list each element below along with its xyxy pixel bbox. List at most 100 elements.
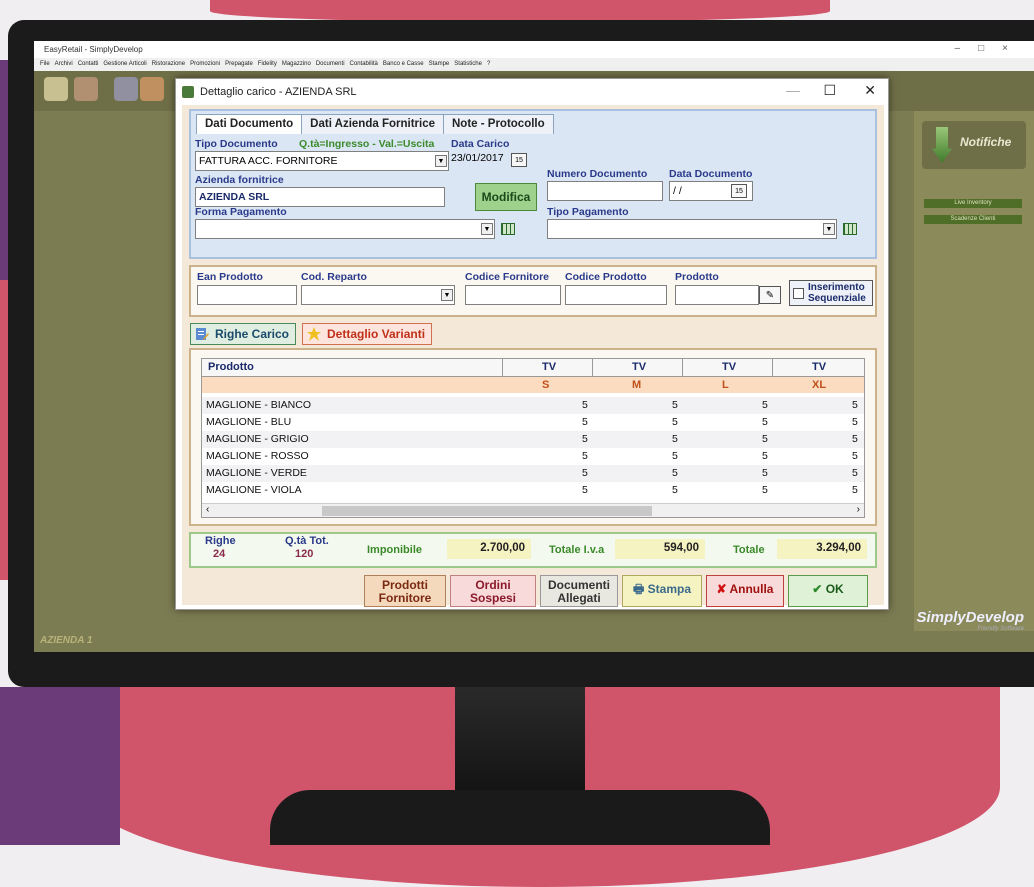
quantity-cell[interactable]: 5 [672, 450, 678, 462]
quantity-cell[interactable]: 5 [582, 433, 588, 445]
menu-item[interactable]: Statistiche [454, 61, 482, 67]
scroll-left-icon[interactable]: ‹ [206, 504, 209, 515]
quantity-cell[interactable]: 5 [852, 484, 858, 496]
tab-dettaglio-varianti[interactable]: Dettaglio Varianti [302, 323, 433, 345]
calendar-icon[interactable]: 15 [511, 153, 527, 167]
quantity-cell[interactable]: 5 [582, 467, 588, 479]
quantity-cell[interactable]: 5 [582, 450, 588, 462]
table-icon[interactable] [843, 223, 857, 235]
menu-item[interactable]: Fidelity [258, 61, 277, 67]
phone-icon[interactable] [114, 77, 138, 101]
quantity-cell[interactable]: 5 [582, 416, 588, 428]
codice-prodotto-field[interactable] [565, 285, 667, 305]
menu-item[interactable]: Stampe [429, 61, 450, 67]
variants-table[interactable]: Prodotto TV TV TV TV S M L XL MAGLIONE - BIANC… [201, 358, 865, 518]
table-icon[interactable] [501, 223, 515, 235]
azienda-fornitrice-field[interactable]: AZIENDA SRL [195, 187, 445, 207]
quantity-cell[interactable]: 5 [852, 450, 858, 462]
annulla-button[interactable]: ✘ Annulla [706, 575, 784, 607]
close-button[interactable]: ✕ [864, 82, 876, 99]
search-product-icon[interactable]: ✎ [759, 286, 781, 304]
prodotto-field[interactable] [675, 285, 759, 305]
cod-reparto-select[interactable]: ▼ [301, 285, 455, 305]
scroll-right-icon[interactable]: › [857, 504, 860, 515]
quantity-cell[interactable]: 5 [852, 467, 858, 479]
table-row[interactable]: MAGLIONE - GRIGIO 5 5 5 5 [202, 431, 864, 448]
tipo-documento-select[interactable]: FATTURA ACC. FORNITORE ▼ [195, 151, 449, 171]
quantity-cell[interactable]: 5 [582, 484, 588, 496]
calendar-icon[interactable]: 15 [731, 184, 747, 198]
size-header: XL [812, 379, 827, 391]
ean-prodotto-field[interactable] [197, 285, 297, 305]
tab-dati-documento[interactable]: Dati Documento [196, 114, 303, 134]
quantity-cell[interactable]: 5 [852, 433, 858, 445]
menu-item[interactable]: Prepagate [225, 61, 253, 67]
traffic-light-icon[interactable] [44, 77, 68, 101]
table-row[interactable]: MAGLIONE - BIANCO 5 5 5 5 [202, 397, 864, 414]
table-row[interactable]: MAGLIONE - VERDE 5 5 5 5 [202, 465, 864, 482]
table-row[interactable]: MAGLIONE - ROSSO 5 5 5 5 [202, 448, 864, 465]
chevron-down-icon[interactable]: ▼ [441, 289, 453, 301]
menu-item[interactable]: File [40, 61, 50, 67]
numero-documento-field[interactable] [547, 181, 663, 201]
chevron-down-icon[interactable]: ▼ [823, 223, 835, 235]
tipo-pagamento-select[interactable]: ▼ [547, 219, 837, 239]
tab-dati-azienda[interactable]: Dati Azienda Fornitrice [301, 114, 444, 134]
forma-pagamento-select[interactable]: ▼ [195, 219, 495, 239]
quantity-cell[interactable]: 5 [762, 399, 768, 411]
quantity-cell[interactable]: 5 [672, 433, 678, 445]
menu-item[interactable]: Banco e Casse [383, 61, 424, 67]
horizontal-scrollbar[interactable]: ‹ › [202, 503, 864, 517]
quantity-cell[interactable]: 5 [582, 399, 588, 411]
live-inventory-button[interactable]: Live Inventory [924, 199, 1022, 208]
prodotti-fornitore-button[interactable]: Prodotti Fornitore [364, 575, 446, 607]
menu-item[interactable]: Contatti [78, 61, 99, 67]
table-row[interactable]: MAGLIONE - BLU 5 5 5 5 [202, 414, 864, 431]
maximize-button[interactable]: ☐ [823, 82, 836, 99]
quantity-cell[interactable]: 5 [762, 416, 768, 428]
tab-righe-carico[interactable]: Righe Carico [190, 323, 297, 345]
truck-icon [182, 86, 194, 98]
menu-item[interactable]: Contabilità [350, 61, 378, 67]
quantity-cell[interactable]: 5 [672, 467, 678, 479]
menu-item[interactable]: Ristorazione [152, 61, 185, 67]
menu-item[interactable]: Archivi [55, 61, 73, 67]
menu-item[interactable]: ? [487, 61, 490, 67]
right-sidebar: Notifiche Live Inventory Scadenze Client… [914, 111, 1034, 631]
tab-note-protocollo[interactable]: Note - Protocollo [443, 114, 554, 134]
menu-item[interactable]: Magazzino [282, 61, 311, 67]
table-row[interactable]: MAGLIONE - VIOLA 5 5 5 5 [202, 482, 864, 499]
quantity-cell[interactable]: 5 [762, 450, 768, 462]
data-carico-label: Data Carico [451, 138, 510, 150]
ordini-sospesi-button[interactable]: Ordini Sospesi [450, 575, 536, 607]
quantity-cell[interactable]: 5 [852, 399, 858, 411]
product-name-cell: MAGLIONE - VERDE [206, 467, 307, 479]
notifiche-button[interactable]: Notifiche [922, 121, 1026, 169]
quantity-cell[interactable]: 5 [672, 484, 678, 496]
checkbox-icon[interactable] [793, 288, 804, 299]
documenti-allegati-button[interactable]: Documenti Allegati [540, 575, 618, 607]
chevron-down-icon[interactable]: ▼ [481, 223, 493, 235]
quantity-cell[interactable]: 5 [672, 399, 678, 411]
modifica-button[interactable]: Modifica [475, 183, 537, 211]
stampa-button[interactable]: 🖶 Stampa [622, 575, 702, 607]
menu-item[interactable]: Documenti [316, 61, 345, 67]
scroll-thumb[interactable] [322, 506, 652, 516]
menu-item[interactable]: Gestione Articoli [103, 61, 146, 67]
quantity-cell[interactable]: 5 [762, 467, 768, 479]
window-controls[interactable]: –□× [955, 43, 1026, 54]
chevron-down-icon[interactable]: ▼ [435, 155, 447, 167]
puzzle-icon[interactable] [74, 77, 98, 101]
menu-item[interactable]: Promozioni [190, 61, 220, 67]
scadenze-clienti-button[interactable]: Scadenze Clienti [924, 215, 1022, 224]
users-icon[interactable] [140, 77, 164, 101]
quantity-cell[interactable]: 5 [852, 416, 858, 428]
quantity-cell[interactable]: 5 [762, 484, 768, 496]
quantity-cell[interactable]: 5 [762, 433, 768, 445]
quantity-cell[interactable]: 5 [672, 416, 678, 428]
minimize-button[interactable]: — [786, 82, 800, 98]
ok-button[interactable]: ✔ OK [788, 575, 868, 607]
codice-fornitore-field[interactable] [465, 285, 561, 305]
sospesi-label: Sospesi [469, 591, 517, 605]
inserimento-sequenziale-toggle[interactable]: Inserimento Sequenziale [789, 280, 873, 306]
